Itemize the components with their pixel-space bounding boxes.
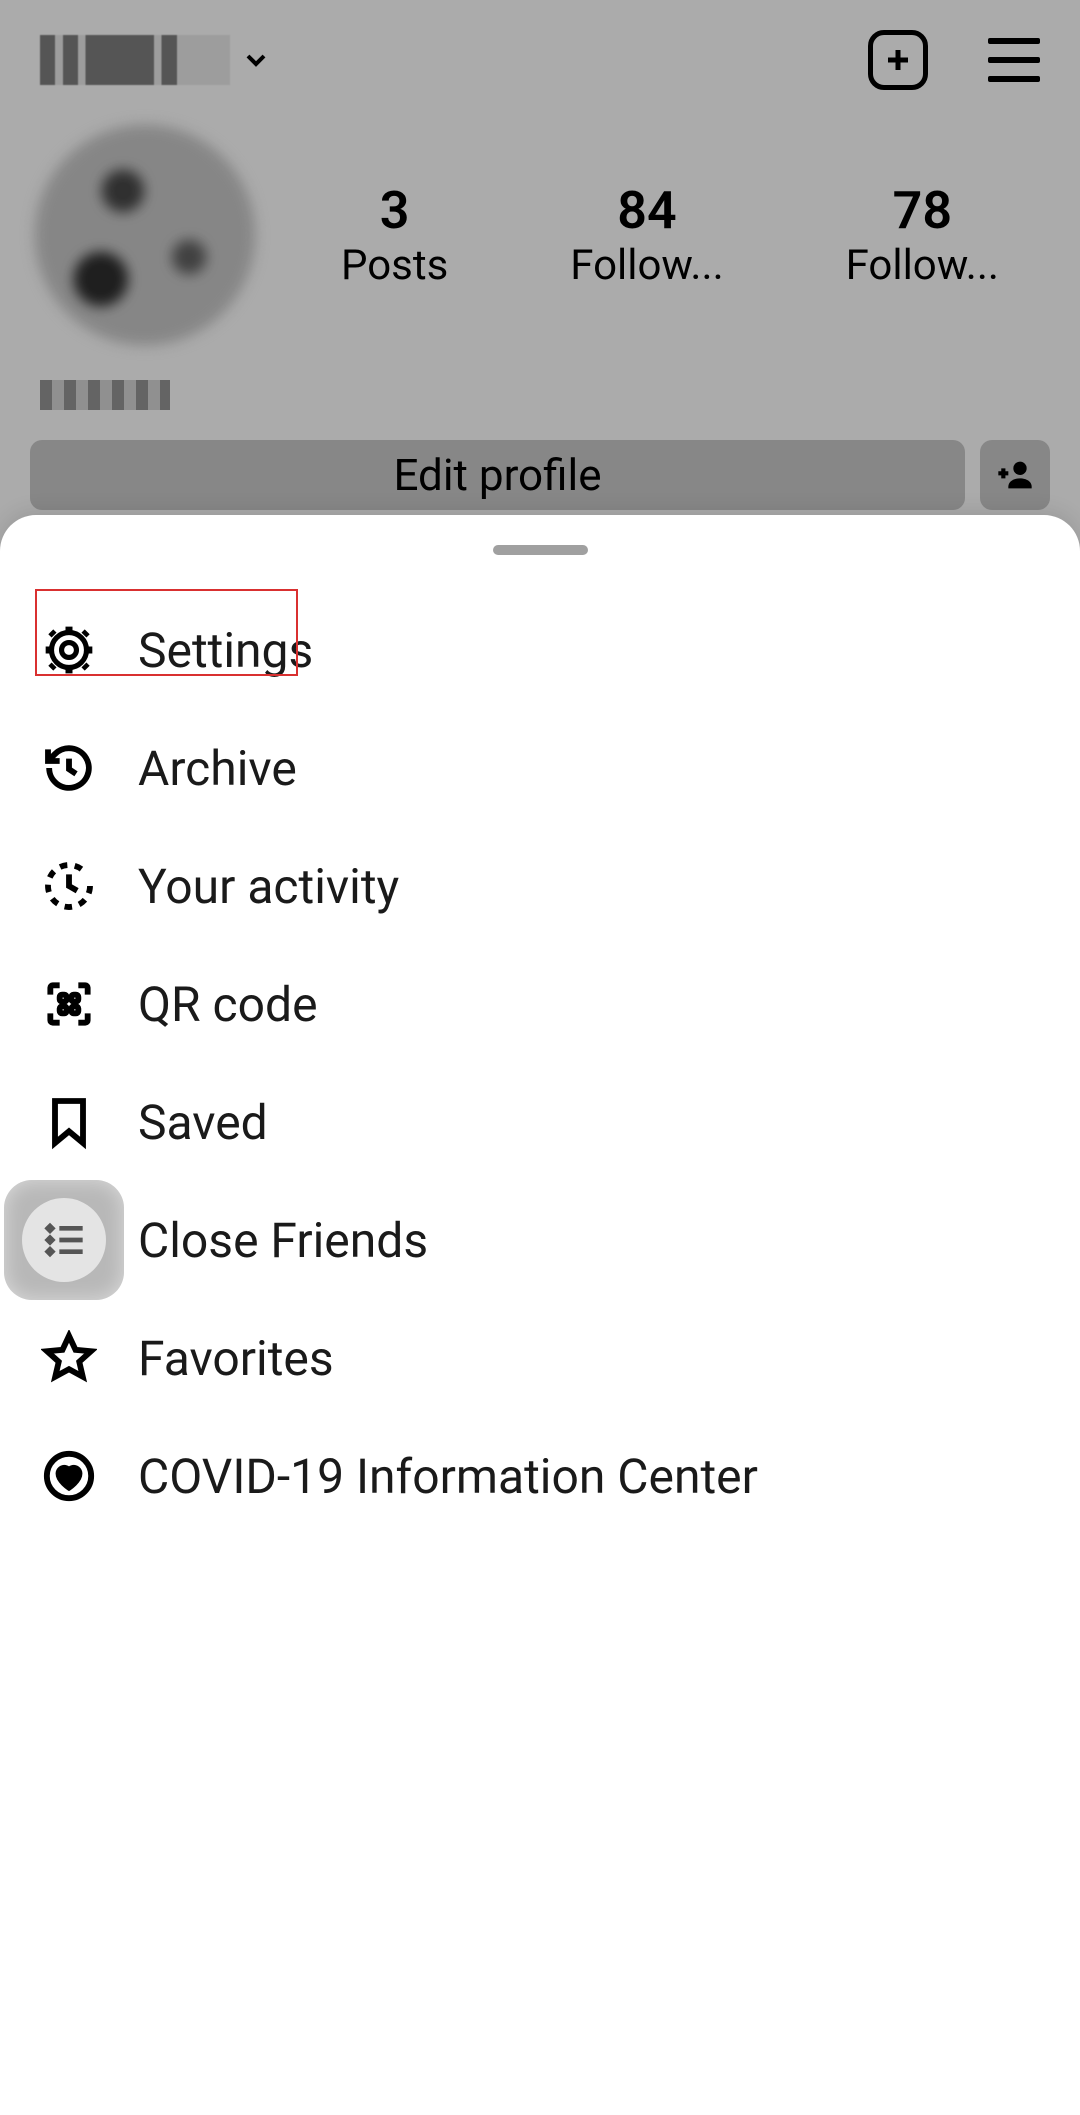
menu-item-your-activity[interactable]: Your activity [0,827,1080,945]
sheet-drag-handle[interactable] [493,545,588,555]
stat-following-label: Follow... [846,241,999,290]
menu-label: Archive [138,740,297,797]
stat-posts-count: 3 [341,180,448,241]
username-switcher[interactable] [40,35,272,85]
edit-profile-label: Edit profile [393,449,601,501]
bottom-sheet-menu: Settings Archive Your activity QR code S… [0,515,1080,2115]
stat-posts[interactable]: 3 Posts [341,180,448,290]
menu-label: Saved [138,1094,268,1151]
edit-profile-button[interactable]: Edit profile [30,440,965,510]
menu-label: Your activity [138,858,399,915]
stat-following[interactable]: 78 Follow... [846,180,999,290]
bookmark-icon [40,1093,98,1151]
menu-label: QR code [138,976,318,1033]
qrcode-icon [40,975,98,1033]
star-icon [40,1329,98,1387]
profile-header [0,0,1080,120]
stat-posts-label: Posts [341,241,448,290]
discover-people-button[interactable] [980,440,1050,510]
avatar[interactable] [35,125,256,346]
chevron-down-icon [240,44,272,76]
menu-label: Settings [138,622,313,679]
menu-label: Close Friends [138,1212,428,1269]
heart-circle-icon [40,1447,98,1505]
menu-label: Favorites [138,1330,334,1387]
stat-followers-count: 84 [570,180,723,241]
plus-icon [883,45,913,75]
stat-followers-label: Follow... [570,241,723,290]
menu-label: COVID-19 Information Center [138,1448,758,1505]
menu-item-favorites[interactable]: Favorites [0,1299,1080,1417]
menu-item-covid-info[interactable]: COVID-19 Information Center [0,1417,1080,1535]
menu-item-settings[interactable]: Settings [0,591,1080,709]
create-post-button[interactable] [868,30,928,90]
add-person-icon [995,455,1035,495]
menu-item-qr-code[interactable]: QR code [0,945,1080,1063]
stat-following-count: 78 [846,180,999,241]
stat-followers[interactable]: 84 Follow... [570,180,723,290]
menu-item-close-friends[interactable]: Close Friends [0,1181,1080,1299]
menu-item-archive[interactable]: Archive [0,709,1080,827]
username-pixelated [40,35,230,85]
activity-icon [40,857,98,915]
display-name-pixelated [40,380,170,410]
gear-icon [40,621,98,679]
archive-icon [40,739,98,797]
menu-item-saved[interactable]: Saved [0,1063,1080,1181]
profile-stats-row: 3 Posts 84 Follow... 78 Follow... [0,120,1080,360]
hamburger-menu-button[interactable] [988,38,1040,82]
